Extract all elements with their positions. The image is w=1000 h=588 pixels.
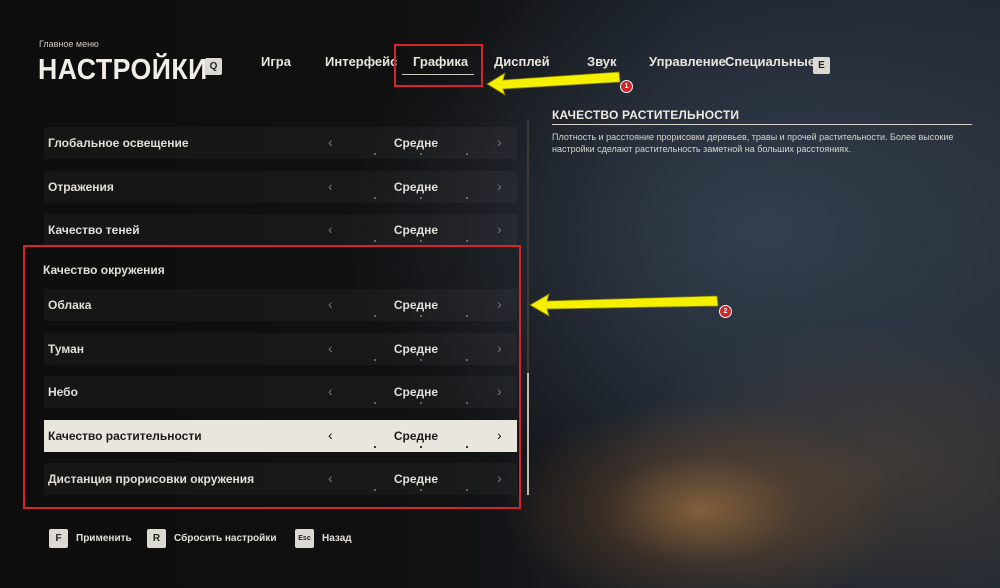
- callout-badge-2: 2: [719, 305, 732, 318]
- arrow-1-icon: [486, 71, 621, 96]
- arrow-2-icon: [529, 293, 719, 317]
- callout-badge-1: 1: [620, 80, 633, 93]
- annotation-arrows: [486, 71, 719, 317]
